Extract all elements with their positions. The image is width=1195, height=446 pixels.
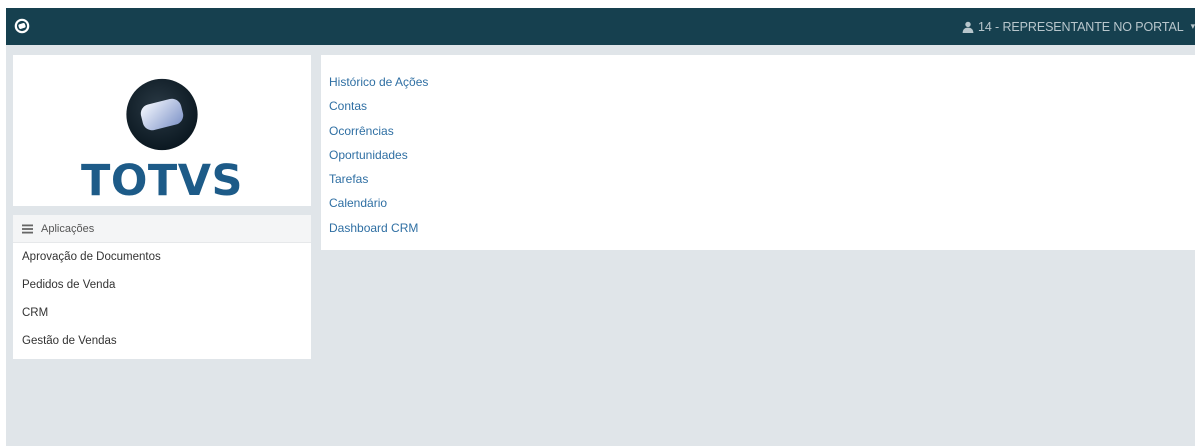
crm-link-dashboard-crm[interactable]: Dashboard CRM: [329, 221, 1195, 245]
brand-name: TOTVS: [81, 156, 243, 206]
crm-link-calendario[interactable]: Calendário: [329, 196, 1195, 220]
app-item-aprovacao-documentos[interactable]: Aprovação de Documentos: [13, 243, 311, 271]
brand-card: TOTVS: [13, 55, 311, 206]
app-item-crm[interactable]: CRM: [13, 299, 311, 327]
crm-link-ocorrencias[interactable]: Ocorrências: [329, 124, 1195, 148]
user-icon: [962, 21, 974, 33]
crm-link-historico-acoes[interactable]: Histórico de Ações: [329, 75, 1195, 99]
applications-panel: Aplicações Aprovação de Documentos Pedid…: [13, 215, 311, 359]
app-item-label: Aprovação de Documentos: [22, 251, 161, 263]
list-icon: [22, 224, 33, 233]
totvs-logo-icon: [126, 78, 198, 151]
crm-link-contas[interactable]: Contas: [329, 99, 1195, 123]
applications-header-label: Aplicações: [41, 222, 95, 235]
app-item-label: CRM: [22, 307, 49, 319]
caret-down-icon: ▾: [1190, 21, 1195, 31]
portal-logo-icon: [14, 18, 30, 34]
portal-logo-button[interactable]: [11, 15, 33, 37]
app-item-pedidos-venda[interactable]: Pedidos de Venda: [13, 271, 311, 299]
app-item-gestao-vendas[interactable]: Gestão de Vendas: [13, 327, 311, 355]
crm-link-tarefas[interactable]: Tarefas: [329, 172, 1195, 196]
user-name-label: 14 - REPRESENTANTE NO PORTAL: [977, 19, 1184, 34]
crm-menu-panel: Histórico de Ações Contas Ocorrências Op…: [321, 55, 1195, 250]
user-menu[interactable]: 14 - REPRESENTANTE NO PORTAL ▾: [962, 8, 1195, 45]
app-item-label: Gestão de Vendas: [22, 335, 117, 347]
crm-link-oportunidades[interactable]: Oportunidades: [329, 148, 1195, 172]
page-frame: 14 - REPRESENTANTE NO PORTAL ▾ TOTVS Apl…: [6, 8, 1195, 446]
applications-header: Aplicações: [13, 215, 311, 243]
left-column: TOTVS Aplicações Aprovação de Documentos…: [13, 55, 311, 359]
app-item-label: Pedidos de Venda: [22, 279, 116, 291]
top-navbar: 14 - REPRESENTANTE NO PORTAL ▾: [6, 8, 1195, 45]
